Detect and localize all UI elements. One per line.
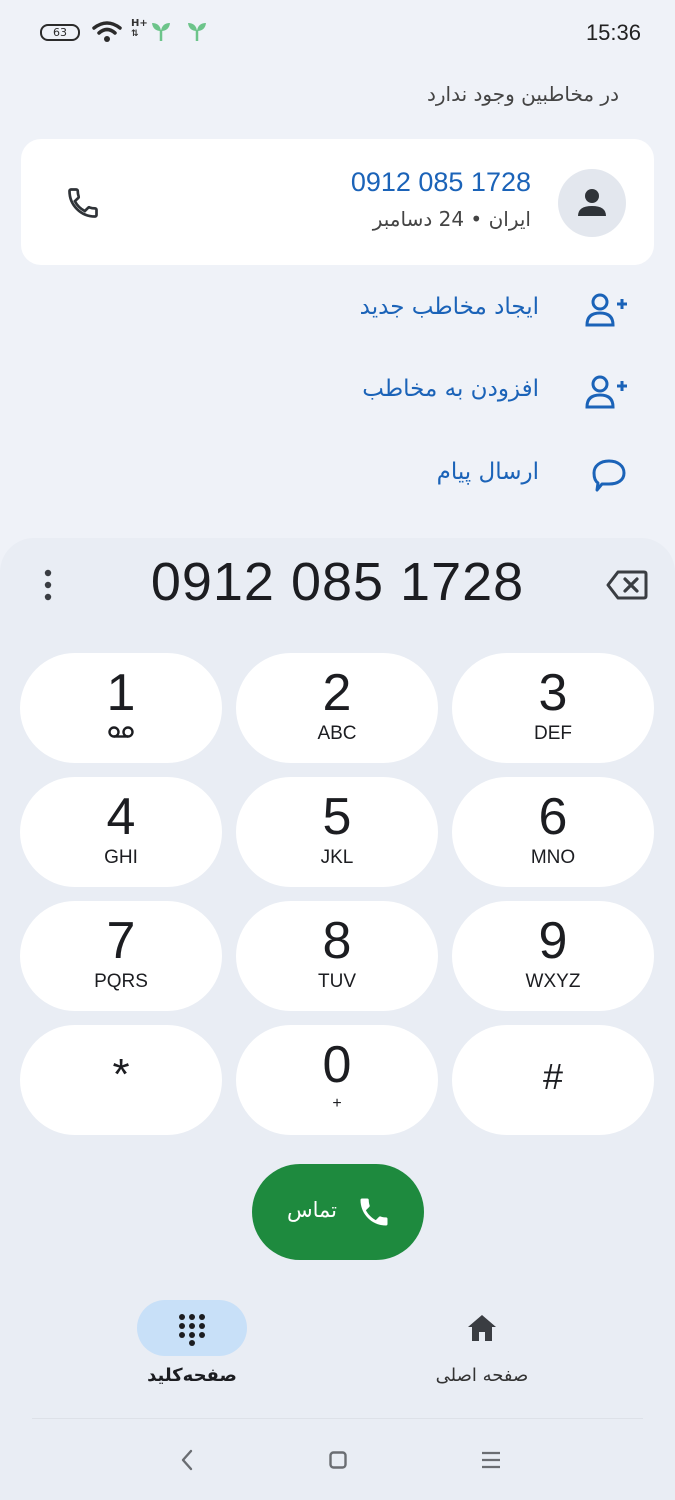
nav-home[interactable]: صفحه اصلی (402, 1300, 562, 1386)
nav-keypad-pill (137, 1300, 247, 1356)
nav-keypad[interactable]: صفحه‌کلید (112, 1300, 272, 1386)
clock: 15:36 (585, 20, 641, 45)
key-0[interactable]: 0 + (236, 1025, 438, 1135)
send-message-label: ارسال پیام (436, 459, 539, 485)
key-9[interactable]: 9 WXYZ (452, 901, 654, 1011)
add-to-contact-button[interactable]: افزودن به مخاطب (227, 372, 627, 412)
status-bar: 63 H+ ⇅ 15:36 (0, 0, 675, 68)
key-hash[interactable]: # (452, 1025, 654, 1135)
card-phone-number: 0912 085 1728 (350, 167, 531, 197)
wifi-icon (92, 21, 122, 42)
phone-icon (360, 1198, 388, 1226)
home-icon (468, 1315, 496, 1341)
backspace-icon[interactable] (606, 570, 648, 600)
network-type: H+ ⇅ (131, 18, 148, 40)
key-4[interactable]: 4 GHI (20, 777, 222, 887)
more-options-icon[interactable] (40, 569, 56, 601)
add-to-contact-label: افزودن به مخاطب (362, 376, 539, 402)
nav-home-label: صفحه اصلی (435, 1365, 529, 1386)
key-1[interactable]: 1 (20, 653, 222, 763)
voicemail-icon (108, 726, 134, 738)
sprout-icon (152, 23, 170, 41)
create-new-contact-button[interactable]: ایجاد مخاطب جدید (227, 290, 627, 330)
home-square-icon[interactable] (329, 1451, 347, 1469)
key-3[interactable]: 3 DEF (452, 653, 654, 763)
back-icon[interactable] (178, 1448, 196, 1472)
phone-icon[interactable] (65, 185, 101, 221)
nav-home-pill (427, 1300, 537, 1356)
call-label: تماس (287, 1198, 338, 1222)
nav-divider (32, 1418, 643, 1419)
dialed-number-display[interactable]: 0912 085 1728 (100, 551, 575, 613)
key-7[interactable]: 7 PQRS (20, 901, 222, 1011)
dialpad-icon (179, 1314, 205, 1346)
create-new-contact-label: ایجاد مخاطب جدید (359, 294, 539, 320)
card-location-date: ایران • 24 دسامبر (372, 207, 531, 231)
call-button[interactable]: تماس (252, 1164, 424, 1260)
battery-indicator: 63 (40, 24, 80, 41)
message-icon (592, 459, 626, 492)
person-icon (578, 189, 606, 216)
key-star[interactable]: * (20, 1025, 222, 1135)
key-5[interactable]: 5 JKL (236, 777, 438, 887)
person-add-icon (585, 293, 627, 327)
key-2[interactable]: 2 ABC (236, 653, 438, 763)
recents-menu-icon[interactable] (481, 1451, 501, 1469)
key-6[interactable]: 6 MNO (452, 777, 654, 887)
sprout-icon (188, 23, 206, 41)
key-8[interactable]: 8 TUV (236, 901, 438, 1011)
not-in-contacts-label: در مخاطبین وجود ندارد (426, 82, 619, 106)
nav-keypad-label: صفحه‌کلید (147, 1365, 237, 1386)
number-card[interactable]: 0912 085 1728 ایران • 24 دسامبر (21, 139, 654, 265)
person-add-icon (585, 375, 627, 409)
send-message-button[interactable]: ارسال پیام (227, 455, 627, 495)
avatar (558, 169, 626, 237)
